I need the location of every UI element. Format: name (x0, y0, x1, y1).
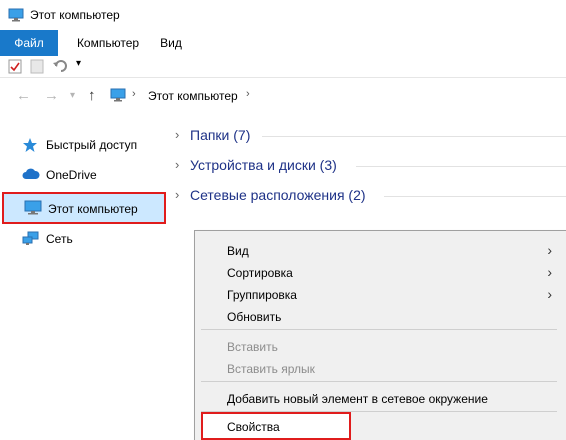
menu-item-sort[interactable]: Сортировка › (195, 261, 566, 283)
menu-item-paste-shortcut[interactable]: Вставить ярлык (195, 357, 566, 379)
up-arrow-icon[interactable]: ↑ (88, 87, 96, 104)
group-header-devices[interactable]: › Устройства и диски (3) (170, 152, 566, 178)
chevron-right-icon[interactable]: › (175, 187, 179, 202)
menu-separator (201, 329, 557, 330)
menu-item-label: Обновить (227, 310, 282, 324)
computer-icon (24, 200, 42, 218)
tab-view[interactable]: Вид (150, 30, 192, 56)
quick-access-toolbar: ▾ (0, 56, 566, 78)
menu-item-label: Добавить новый элемент в сетевое окружен… (227, 392, 488, 406)
computer-icon (8, 8, 24, 25)
sidebar-item-label: Этот компьютер (48, 202, 138, 216)
chevron-right-icon: › (547, 264, 552, 280)
forward-arrow-icon[interactable]: → (44, 87, 59, 104)
window-title: Этот компьютер (30, 8, 120, 22)
computer-icon (110, 88, 126, 105)
breadcrumb-this-pc[interactable]: Этот компьютер (148, 89, 238, 103)
sidebar-item-label: Сеть (46, 232, 73, 246)
address-bar[interactable]: › Этот компьютер › (106, 84, 566, 108)
cloud-icon (22, 167, 40, 184)
menu-item-add-network-location[interactable]: Добавить новый элемент в сетевое окружен… (195, 387, 566, 409)
breadcrumb-chevron-icon[interactable]: › (132, 88, 136, 100)
group-divider (356, 166, 566, 167)
breadcrumb-chevron-icon[interactable]: › (246, 88, 250, 100)
sidebar-item-label: OneDrive (46, 168, 97, 182)
context-menu: Вид › Сортировка › Группировка › Обновит… (194, 230, 566, 440)
tab-file[interactable]: Файл (0, 30, 58, 56)
group-divider (262, 136, 566, 137)
group-label: Устройства и диски (3) (190, 157, 337, 173)
menu-item-label: Вид (227, 244, 249, 258)
chevron-right-icon: › (547, 242, 552, 258)
group-divider (384, 196, 566, 197)
group-header-folders[interactable]: › Папки (7) (170, 122, 566, 148)
menu-item-label: Вставить (227, 340, 278, 354)
menu-item-group[interactable]: Группировка › (195, 283, 566, 305)
address-row: ← → ▾ ↑ › Этот компьютер › (0, 78, 566, 114)
back-arrow-icon[interactable]: ← (16, 87, 31, 104)
chevron-right-icon[interactable]: › (175, 127, 179, 142)
properties-icon[interactable] (8, 59, 22, 77)
menu-item-label: Вставить ярлык (227, 362, 315, 376)
menu-item-paste[interactable]: Вставить (195, 335, 566, 357)
menu-item-label: Сортировка (227, 266, 293, 280)
title-bar: Этот компьютер (0, 0, 566, 30)
menu-item-label: Группировка (227, 288, 297, 302)
undo-icon[interactable] (52, 59, 68, 77)
ribbon-tabs: Файл Компьютер Вид (0, 30, 566, 56)
chevron-right-icon[interactable]: › (175, 157, 179, 172)
menu-item-label: Свойства (227, 420, 280, 434)
recent-locations-chevron-icon[interactable]: ▾ (70, 90, 75, 101)
tab-computer[interactable]: Компьютер (60, 30, 156, 56)
network-icon (22, 231, 40, 250)
sidebar-item-label: Быстрый доступ (46, 138, 138, 152)
menu-item-view[interactable]: Вид › (195, 239, 566, 261)
navigation-pane: Быстрый доступ OneDrive Этот компьютер С… (0, 114, 170, 440)
customize-toolbar-icon[interactable]: ▾ (76, 58, 81, 69)
menu-item-properties[interactable]: Свойства (201, 412, 351, 440)
group-header-network-locations[interactable]: › Сетевые расположения (2) (170, 182, 566, 208)
star-icon (22, 137, 38, 156)
menu-separator (201, 381, 557, 382)
new-folder-icon[interactable] (30, 59, 44, 77)
sidebar-item-this-pc[interactable]: Этот компьютер (2, 192, 166, 224)
group-label: Папки (7) (190, 127, 251, 143)
group-label: Сетевые расположения (2) (190, 187, 366, 203)
menu-item-refresh[interactable]: Обновить (195, 305, 566, 327)
chevron-right-icon: › (547, 286, 552, 302)
